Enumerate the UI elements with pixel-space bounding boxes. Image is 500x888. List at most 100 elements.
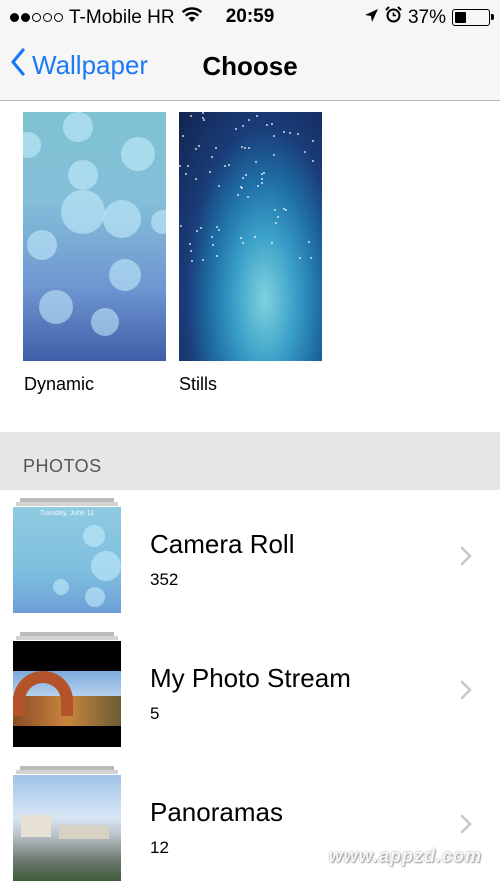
bubble [85, 587, 105, 607]
star [277, 216, 279, 218]
stills-label: Stills [179, 374, 218, 394]
star [195, 148, 197, 150]
album-row-camera-roll[interactable]: Tuesday, June 11 Camera Roll 352 [0, 492, 500, 626]
star [216, 226, 218, 228]
location-arrow-icon [364, 7, 379, 29]
star [283, 208, 285, 210]
album-thumbnail [13, 632, 121, 750]
star [245, 174, 247, 176]
star [285, 209, 287, 211]
alarm-clock-icon [385, 6, 402, 29]
star [190, 115, 192, 117]
star [200, 227, 202, 229]
bubble [91, 551, 121, 581]
bubble [68, 160, 98, 190]
battery-fill [455, 12, 466, 23]
star [244, 147, 246, 149]
star [211, 236, 213, 238]
album-thumbnail: Tuesday, June 11 [13, 498, 121, 616]
page-title: Choose [202, 51, 298, 81]
photo-building [59, 825, 109, 839]
bubble [27, 230, 57, 260]
star [209, 171, 211, 173]
star [273, 154, 275, 156]
star [218, 185, 220, 187]
album-count: 352 [150, 570, 179, 589]
bubble [109, 259, 141, 291]
chevron-right-icon [460, 680, 472, 705]
album-cover-image: Tuesday, June 11 [13, 507, 121, 613]
star [242, 125, 244, 127]
star [255, 161, 257, 163]
star [289, 132, 291, 134]
stills-wallpaper-thumbnail[interactable] [179, 112, 322, 361]
bubble [103, 200, 141, 238]
star [308, 241, 310, 243]
bubble [39, 290, 73, 324]
chevron-right-icon [460, 814, 472, 839]
star [228, 164, 230, 166]
album-title: My Photo Stream [150, 663, 351, 693]
star [212, 244, 214, 246]
bubble [23, 132, 41, 158]
star [242, 177, 244, 179]
star [299, 257, 301, 259]
star [266, 124, 268, 126]
star [195, 178, 197, 180]
star [237, 194, 239, 196]
bubble [151, 210, 166, 234]
star [218, 229, 220, 231]
album-count: 12 [150, 838, 169, 857]
bubble [63, 112, 93, 142]
status-bar: T-Mobile HR 20:59 37% [0, 0, 500, 34]
album-cover-image [13, 775, 121, 881]
star [242, 242, 244, 244]
dynamic-wallpaper-thumbnail[interactable] [23, 112, 166, 361]
star [261, 178, 263, 180]
stack-edge [16, 636, 118, 640]
battery-percent: 37% [407, 6, 446, 28]
star [240, 186, 242, 188]
star [202, 117, 204, 119]
star [235, 128, 237, 130]
star [310, 257, 312, 259]
album-row-my-photo-stream[interactable]: My Photo Stream 5 [0, 626, 500, 760]
star [261, 182, 263, 184]
star [203, 119, 205, 121]
star [241, 146, 243, 148]
top-bar: T-Mobile HR 20:59 37% Wallpaper Choose [0, 0, 500, 101]
navigation-bar: Wallpaper Choose [0, 34, 500, 100]
star [196, 230, 198, 232]
star [312, 140, 314, 142]
star [257, 185, 259, 187]
star [179, 165, 181, 167]
album-cover-image [13, 641, 121, 747]
battery-icon [452, 9, 494, 26]
bubble [53, 579, 69, 595]
star [247, 196, 249, 198]
bubble [91, 308, 119, 336]
star [273, 135, 275, 137]
star [187, 165, 189, 167]
star [283, 131, 285, 133]
bubble [121, 137, 155, 171]
star [180, 225, 182, 227]
bubble [83, 525, 105, 547]
star [304, 151, 306, 153]
stack-edge [16, 502, 118, 506]
star [271, 242, 273, 244]
star [224, 165, 226, 167]
album-row-panoramas[interactable]: Panoramas 12 [0, 760, 500, 888]
star [190, 250, 192, 252]
star [240, 237, 242, 239]
star [185, 173, 187, 175]
section-header-label: PHOTOS [23, 456, 102, 476]
thumbnail-date-caption: Tuesday, June 11 [39, 510, 95, 517]
album-count: 5 [150, 704, 160, 723]
star [248, 119, 250, 121]
star [198, 145, 200, 147]
status-right: 37% [364, 6, 494, 29]
star [256, 115, 258, 117]
bubble [61, 190, 105, 234]
star [215, 147, 217, 149]
